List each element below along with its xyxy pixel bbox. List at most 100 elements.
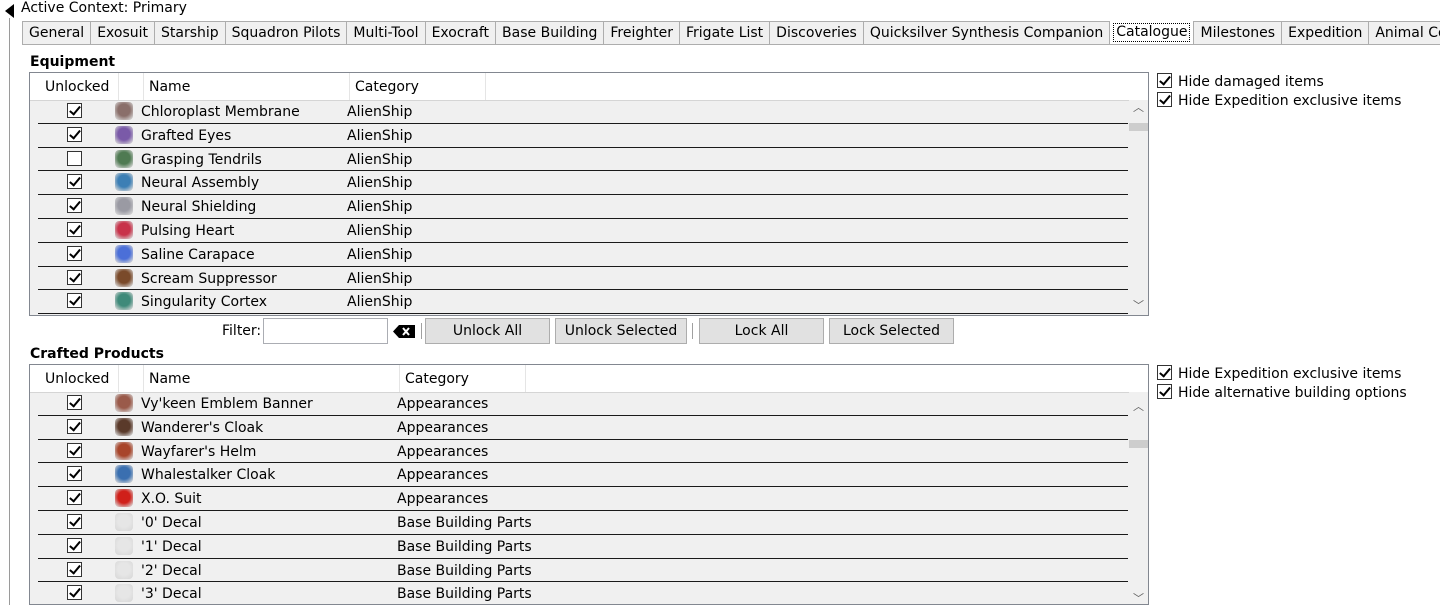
crafted-products-section-title: Crafted Products [30,346,164,362]
table-row[interactable]: Grafted Eyes AlienShip [38,124,1128,148]
unlocked-checkbox[interactable] [67,103,82,118]
table-row[interactable]: Saline Carapace AlienShip [38,243,1128,267]
tab-multi-tool[interactable]: Multi-Tool [346,21,426,44]
tab-base-building[interactable]: Base Building [495,21,605,44]
table-row[interactable]: Wanderer's Cloak Appearances [38,416,1128,440]
scroll-up-icon[interactable]: ︿ [1133,102,1144,113]
unlocked-checkbox[interactable] [67,174,82,190]
column-header-category[interactable]: Category [350,73,486,100]
tab-label: Starship [161,25,219,41]
table-row[interactable]: Neural Assembly AlienShip [38,171,1128,196]
active-context-title: Active Context: Primary [21,0,187,16]
item-name: Singularity Cortex [141,294,267,311]
tree-line [9,18,10,605]
column-header-unlocked[interactable]: Unlocked [40,365,119,392]
tab-starship[interactable]: Starship [154,21,226,44]
item-category: AlienShip [347,246,413,263]
clear-filter-icon[interactable] [393,325,415,338]
unlocked-checkbox[interactable] [67,245,82,261]
tab-freighter[interactable]: Freighter [603,21,680,44]
option-checkbox[interactable] [1157,73,1172,88]
tab-frigate-list[interactable]: Frigate List [679,21,771,44]
table-row[interactable]: Vy'keen Emblem Banner Appearances [38,392,1128,416]
scroll-up-icon[interactable]: ︿ [1133,401,1144,412]
unlocked-checkbox[interactable] [67,442,82,458]
unlock-selected-button[interactable]: Unlock Selected [555,318,687,344]
option-hide-damaged-items[interactable]: Hide damaged items [1157,73,1324,92]
item-category: Appearances [397,467,489,484]
table-row[interactable]: '1' Decal Base Building Parts [38,535,1128,559]
column-header-icon[interactable] [119,365,144,392]
tab-quicksilver-synthesis-companion[interactable]: Quicksilver Synthesis Companion [862,21,1111,44]
table-row[interactable]: Neural Shielding AlienShip [38,195,1128,219]
unlock-all-button[interactable]: Unlock All [425,318,550,344]
item-category: Base Building Parts [397,514,532,531]
table-row[interactable]: '0' Decal Base Building Parts [38,511,1128,535]
equipment-vertical-scrollbar[interactable]: ︿ ﹀ [1129,100,1148,315]
unlocked-checkbox[interactable] [67,466,82,482]
column-header-unlocked[interactable]: Unlocked [40,73,119,100]
table-row[interactable]: X.O. Suit Appearances [38,487,1128,511]
tab-exocraft[interactable]: Exocraft [424,21,497,44]
tab-expedition[interactable]: Expedition [1281,21,1370,44]
tab-general[interactable]: General [22,21,92,44]
item-name: Vy'keen Emblem Banner [141,396,313,412]
column-header-name[interactable]: Name [144,73,350,100]
unlocked-checkbox[interactable] [67,395,82,410]
tab-label: Freighter [610,25,673,41]
column-header-name[interactable]: Name [144,365,400,392]
filter-input[interactable] [263,318,388,344]
equipment-grid[interactable]: Unlocked Name Category Chloroplast Membr… [29,72,1149,316]
table-row[interactable]: '2' Decal Base Building Parts [38,559,1128,583]
table-row[interactable]: Singularity Cortex AlienShip [38,290,1128,315]
table-row[interactable]: Chloroplast Membrane AlienShip [38,100,1128,124]
tab-label: Discoveries [776,25,857,41]
tab-exosuit[interactable]: Exosuit [90,21,155,44]
scrollbar-thumb[interactable] [1129,123,1148,131]
option-checkbox[interactable] [1157,365,1172,380]
item-name: Wayfarer's Helm [141,443,257,460]
column-header-category[interactable]: Category [400,365,526,392]
tab-catalogue[interactable]: Catalogue [1109,21,1195,44]
option-checkbox[interactable] [1157,92,1172,107]
unlocked-checkbox[interactable] [67,537,82,553]
item-thumbnail-icon [115,149,133,168]
option-hide-expedition-exclusive-items[interactable]: Hide Expedition exclusive items [1157,365,1401,384]
item-thumbnail-icon [115,102,133,120]
column-header-icon[interactable] [119,73,144,100]
table-row[interactable]: Scream Suppressor AlienShip [38,267,1128,291]
crafted-vertical-scrollbar[interactable]: ︿ ﹀ [1129,392,1148,604]
unlocked-checkbox[interactable] [67,418,82,434]
unlocked-checkbox[interactable] [67,221,82,237]
option-checkbox[interactable] [1157,384,1172,399]
unlocked-checkbox[interactable] [67,561,82,577]
item-name: Grasping Tendrils [141,151,262,168]
scroll-down-icon[interactable]: ﹀ [1133,593,1144,604]
tab-milestones[interactable]: Milestones [1193,21,1283,44]
unlocked-checkbox[interactable] [67,126,82,142]
unlocked-checkbox[interactable] [67,269,82,285]
unlocked-checkbox[interactable] [67,293,82,309]
lock-selected-button[interactable]: Lock Selected [829,318,954,344]
table-row[interactable]: Grasping Tendrils AlienShip [38,148,1128,172]
unlocked-checkbox[interactable] [67,198,82,214]
option-hide-expedition-exclusive-items[interactable]: Hide Expedition exclusive items [1157,92,1401,111]
option-hide-alternative-building-options[interactable]: Hide alternative building options [1157,384,1407,403]
table-row[interactable]: '3' Decal Base Building Parts [38,582,1128,604]
tab-discoveries[interactable]: Discoveries [769,21,864,44]
unlocked-checkbox[interactable] [67,585,82,601]
lock-all-button[interactable]: Lock All [699,318,824,344]
unlocked-checkbox[interactable] [67,490,82,506]
table-row[interactable]: Wayfarer's Helm Appearances [38,440,1128,464]
unlocked-checkbox[interactable] [67,513,82,529]
item-category: AlienShip [347,104,413,120]
scroll-down-icon[interactable]: ﹀ [1133,300,1144,311]
unlocked-checkbox[interactable] [67,150,82,166]
crafted-products-grid[interactable]: Unlocked Name Category Vy'keen Emblem Ba… [29,364,1149,605]
tab-squadron-pilots[interactable]: Squadron Pilots [224,21,348,44]
scrollbar-thumb[interactable] [1129,440,1148,448]
tab-animal-companions[interactable]: Animal Companions [1368,21,1440,44]
table-row[interactable]: Whalestalker Cloak Appearances [38,463,1128,488]
table-row[interactable]: Pulsing Heart AlienShip [38,219,1128,243]
collapse-arrow-icon[interactable] [5,4,14,18]
